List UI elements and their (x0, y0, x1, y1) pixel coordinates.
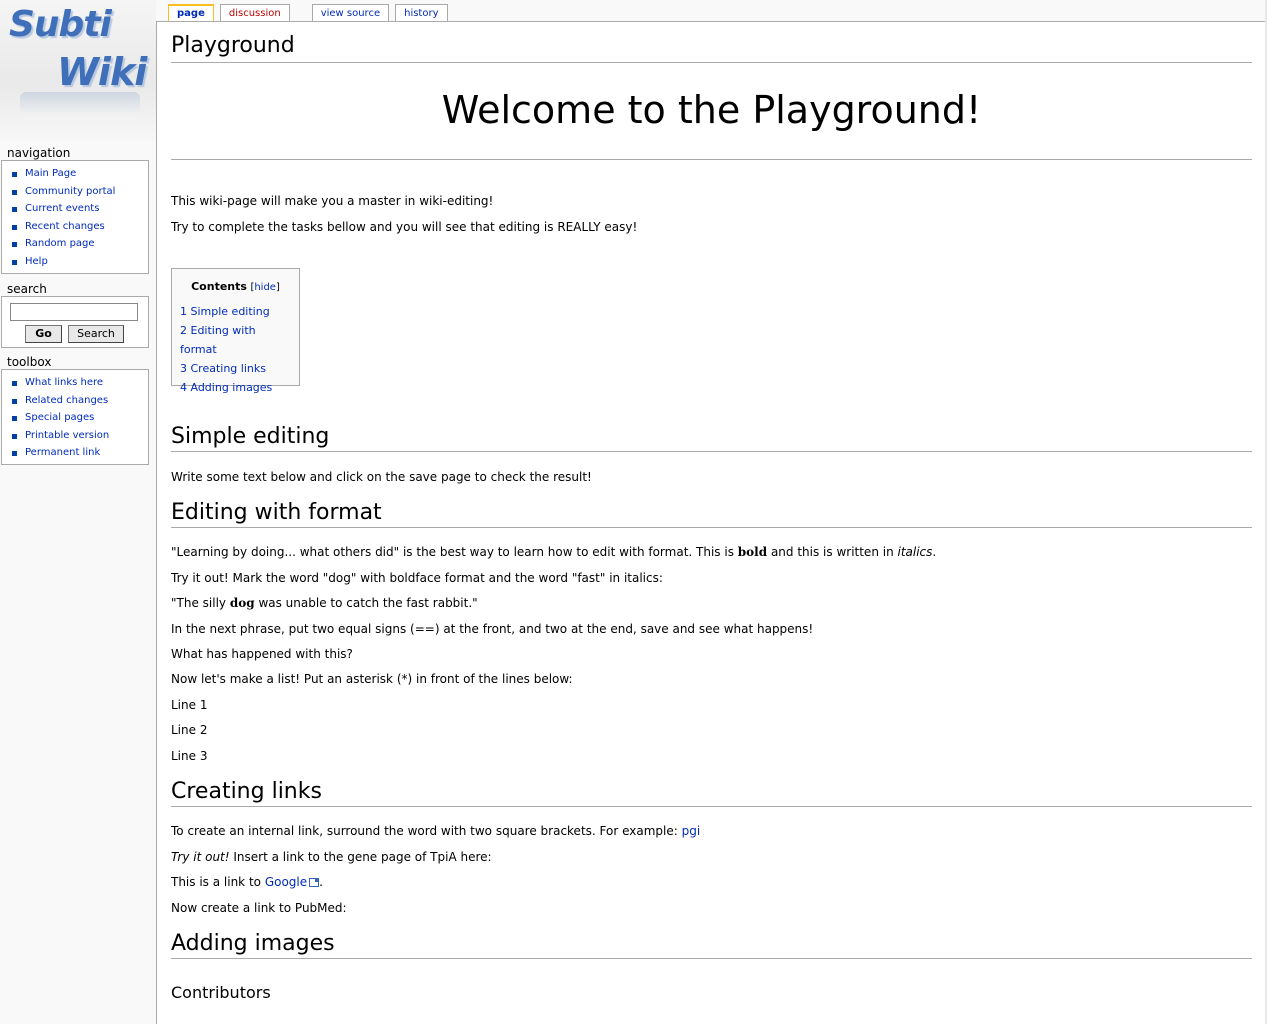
links-p1-text: To create an internal link, surround the… (171, 824, 682, 838)
google-link[interactable]: Google (265, 875, 307, 889)
links-paragraph-1: To create an internal link, surround the… (171, 823, 700, 839)
nav-link[interactable]: Community portal (25, 186, 115, 197)
format-paragraph-4: In the next phrase, put two equal signs … (171, 622, 814, 636)
format-paragraph-6: Now let's make a list! Put an asterisk (… (171, 672, 573, 686)
toc-item-creating-links[interactable]: 3 Creating links (180, 359, 291, 378)
welcome-heading: Welcome to the Playground! (171, 63, 1252, 160)
nav-link[interactable]: Current events (25, 203, 99, 214)
format-p3-text-a: "The silly (171, 596, 230, 610)
go-button[interactable]: Go (25, 325, 62, 343)
toolbox-item-related-changes[interactable]: Related changes (10, 392, 144, 410)
toolbox-link[interactable]: Related changes (25, 395, 108, 406)
format-line-1: Line 1 (171, 698, 208, 712)
table-of-contents: Contents [hide] 1 Simple editing 2 Editi… (171, 268, 300, 394)
toc-item-adding-images[interactable]: 4 Adding images (180, 378, 291, 397)
format-paragraph-2: Try it out! Mark the word "dog" with bol… (171, 571, 663, 585)
links-p3-text: This is a link to (171, 875, 265, 889)
toolbox-item-permanent-link[interactable]: Permanent link (10, 444, 144, 462)
intro-text-2: Try to complete the tasks bellow and you… (171, 220, 638, 234)
nav-link[interactable]: Help (25, 256, 48, 267)
nav-item-current-events[interactable]: Current events (10, 200, 144, 218)
heading-adding-images: Adding images (171, 929, 1252, 959)
toc-hide-link[interactable]: hide (254, 282, 276, 293)
toc-title: Contents (191, 280, 247, 293)
nav-link[interactable]: Main Page (25, 168, 76, 179)
simple-editing-text: Write some text below and click on the s… (171, 470, 592, 484)
toolbox-item-special-pages[interactable]: Special pages (10, 409, 144, 427)
content-area: Playground Welcome to the Playground! Th… (156, 21, 1266, 1024)
toolbox-link[interactable]: Permanent link (25, 447, 100, 458)
nav-link[interactable]: Random page (25, 238, 95, 249)
navigation-title: navigation (7, 146, 71, 160)
format-line-2: Line 2 (171, 723, 208, 737)
search-button[interactable]: Search (68, 325, 124, 343)
toolbox-item-what-links-here[interactable]: What links here (10, 374, 144, 392)
format-p3-text-b: was unable to catch the fast rabbit." (254, 596, 478, 610)
links-p2-italic: Try it out! (171, 850, 230, 864)
toolbox-link[interactable]: Printable version (25, 430, 109, 441)
links-p2-text: Insert a link to the gene page of TpiA h… (229, 850, 492, 864)
format-line-3: Line 3 (171, 749, 208, 763)
toc-hide-toggle[interactable]: [hide] (250, 282, 279, 293)
links-paragraph-3: This is a link to Google. (171, 874, 323, 890)
tab-page[interactable]: page (168, 4, 214, 22)
page-tabs: page discussion view source history (168, 4, 454, 22)
nav-item-recent-changes[interactable]: Recent changes (10, 218, 144, 236)
heading-contributors: Contributors (171, 983, 271, 1002)
site-logo[interactable]: Subti Wiki (0, 0, 156, 140)
toolbox-link[interactable]: What links here (25, 377, 103, 388)
links-paragraph-4: Now create a link to PubMed: (171, 901, 347, 915)
links-p3-period: . (319, 875, 323, 889)
heading-simple-editing: Simple editing (171, 422, 1252, 452)
logo-reflection (20, 92, 140, 114)
toolbox-item-printable-version[interactable]: Printable version (10, 427, 144, 445)
format-p1-bold: bold (737, 545, 768, 559)
toc-item-simple-editing[interactable]: 1 Simple editing (180, 302, 291, 321)
format-paragraph-1: "Learning by doing... what others did" i… (171, 544, 936, 560)
pgi-link[interactable]: pgi (682, 824, 701, 838)
intro-text-1: This wiki-page will make you a master in… (171, 194, 494, 208)
format-paragraph-5: What has happened with this? (171, 647, 353, 661)
toc-hide-bracket-close: ] (275, 282, 280, 293)
heading-creating-links: Creating links (171, 777, 1252, 807)
page-title: Playground (171, 22, 1252, 63)
toc-item-editing-with-format[interactable]: 2 Editing with format (180, 321, 291, 359)
nav-link[interactable]: Recent changes (25, 221, 105, 232)
toc-title-row: Contents [hide] (180, 275, 291, 300)
nav-item-random-page[interactable]: Random page (10, 235, 144, 253)
links-paragraph-2: Try it out! Insert a link to the gene pa… (171, 849, 492, 865)
toolbox-body: What links here Related changes Special … (1, 369, 149, 465)
format-p1-italic: italics (897, 545, 933, 559)
toolbox-portlet: toolbox What links here Related changes … (1, 355, 149, 465)
search-portlet: search Go Search (1, 282, 149, 348)
toolbox-title: toolbox (7, 355, 52, 369)
logo-text-wiki: Wiki (57, 50, 147, 94)
external-link-icon (309, 878, 320, 887)
tab-discussion[interactable]: discussion (219, 4, 290, 22)
format-p1-text-a: "Learning by doing... what others did" i… (171, 545, 738, 559)
search-title: search (7, 282, 47, 296)
search-body: Go Search (1, 296, 149, 348)
nav-item-main-page[interactable]: Main Page (10, 165, 144, 183)
format-p1-text-c: . (932, 545, 937, 559)
tab-view-source[interactable]: view source (311, 4, 390, 22)
heading-editing-with-format: Editing with format (171, 498, 1252, 528)
format-p1-text-b: and this is written in (767, 545, 898, 559)
navigation-portlet: navigation Main Page Community portal Cu… (1, 146, 149, 274)
navigation-body: Main Page Community portal Current event… (1, 160, 149, 274)
format-p3-bold: dog (229, 596, 255, 610)
nav-item-community-portal[interactable]: Community portal (10, 183, 144, 201)
search-input[interactable] (10, 303, 138, 321)
logo-text-subti: Subti (9, 4, 112, 45)
tab-history[interactable]: history (395, 4, 448, 22)
toolbox-link[interactable]: Special pages (25, 412, 94, 423)
nav-item-help[interactable]: Help (10, 253, 144, 271)
format-paragraph-3: "The silly dog was unable to catch the f… (171, 595, 478, 611)
